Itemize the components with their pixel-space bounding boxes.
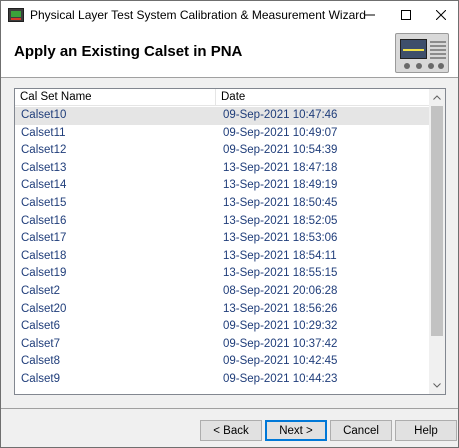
table-row[interactable]: Calset16 13-Sep-2021 18:52:05 xyxy=(15,213,429,231)
table-row[interactable]: Calset17 13-Sep-2021 18:53:06 xyxy=(15,230,429,248)
calset-name-cell: Calset19 xyxy=(21,267,67,280)
calset-name-cell: Calset17 xyxy=(21,232,67,245)
minimize-button[interactable] xyxy=(352,1,388,29)
scroll-up-icon xyxy=(433,95,441,100)
table-row[interactable]: Calset7 09-Sep-2021 10:37:42 xyxy=(15,336,429,354)
calset-date-cell: 13-Sep-2021 18:52:05 xyxy=(223,214,338,227)
calset-date-cell: 09-Sep-2021 10:37:42 xyxy=(223,337,338,350)
list-header: Cal Set Name Date xyxy=(15,89,429,106)
table-row[interactable]: Calset12 09-Sep-2021 10:54:39 xyxy=(15,142,429,160)
table-row[interactable]: Calset10 09-Sep-2021 10:47:46 xyxy=(15,107,429,125)
close-icon xyxy=(436,10,446,20)
page-title: Apply an Existing Calset in PNA xyxy=(14,43,243,60)
calset-name-cell: Calset15 xyxy=(21,197,67,209)
table-row[interactable]: Calset14 13-Sep-2021 18:49:19 xyxy=(15,177,429,195)
calset-name-cell: Calset16 xyxy=(21,214,67,227)
table-row[interactable]: Calset2 08-Sep-2021 20:06:28 xyxy=(15,283,429,301)
column-header-calset-name[interactable]: Cal Set Name xyxy=(15,89,216,106)
calset-date-cell: 09-Sep-2021 10:29:32 xyxy=(223,320,338,333)
calset-date-cell: 13-Sep-2021 18:55:15 xyxy=(223,267,338,280)
minimize-icon xyxy=(365,14,375,16)
calset-name-cell: Calset13 xyxy=(21,161,67,174)
pna-instrument-image xyxy=(395,33,449,73)
calset-date-cell: 13-Sep-2021 18:47:18 xyxy=(223,161,338,174)
button-bar: < Back Next > Cancel Help xyxy=(1,409,458,447)
calset-date-cell: 09-Sep-2021 10:49:07 xyxy=(223,126,338,139)
table-row[interactable]: Calset18 13-Sep-2021 18:54:11 xyxy=(15,248,429,266)
calset-name-cell: Calset20 xyxy=(21,302,67,315)
calset-date-cell: 13-Sep-2021 18:54:11 xyxy=(223,249,337,262)
calset-list[interactable]: Cal Set Name Date Calset10 09-Sep-2021 10… xyxy=(14,88,446,395)
calset-name-cell: Calset9 xyxy=(21,373,60,385)
maximize-icon xyxy=(401,10,411,20)
list-rows: Calset10 09-Sep-2021 10:47:46 Calset11 09-S… xyxy=(15,107,429,394)
calset-name-cell: Calset14 xyxy=(21,179,67,192)
next-button[interactable]: Next > xyxy=(265,420,327,441)
calset-date-cell: 13-Sep-2021 18:53:06 xyxy=(223,232,338,245)
maximize-button[interactable] xyxy=(388,1,424,29)
calset-name-cell: Calset18 xyxy=(21,249,67,262)
calset-date-cell: 13-Sep-2021 18:56:26 xyxy=(223,302,338,315)
window-title: Physical Layer Test System Calibration &… xyxy=(30,8,366,22)
table-row[interactable]: Calset6 09-Sep-2021 10:29:32 xyxy=(15,318,429,336)
calset-name-cell: Calset12 xyxy=(21,144,67,157)
calset-name-cell: Calset10 xyxy=(21,109,67,121)
table-row[interactable]: Calset20 13-Sep-2021 18:56:26 xyxy=(15,301,429,319)
title-bar: Physical Layer Test System Calibration &… xyxy=(1,1,458,29)
table-row[interactable]: Calset8 09-Sep-2021 10:42:45 xyxy=(15,353,429,371)
calset-name-cell: Calset11 xyxy=(21,126,66,139)
column-header-date[interactable]: Date xyxy=(216,89,429,106)
calset-name-cell: Calset7 xyxy=(21,337,60,350)
table-row[interactable]: Calset13 13-Sep-2021 18:47:18 xyxy=(15,160,429,178)
table-row[interactable]: Calset15 13-Sep-2021 18:50:45 xyxy=(15,195,429,213)
calset-date-cell: 13-Sep-2021 18:50:45 xyxy=(223,197,338,209)
calset-date-cell: 09-Sep-2021 10:42:45 xyxy=(223,355,338,368)
wizard-window: Physical Layer Test System Calibration &… xyxy=(0,0,459,448)
calset-date-cell: 09-Sep-2021 10:47:46 xyxy=(223,109,338,121)
scroll-down-button[interactable] xyxy=(429,377,445,394)
back-button[interactable]: < Back xyxy=(200,420,262,441)
calset-date-cell: 09-Sep-2021 10:44:23 xyxy=(223,373,338,385)
vertical-scrollbar[interactable] xyxy=(429,89,445,394)
help-button[interactable]: Help xyxy=(395,420,457,441)
calset-date-cell: 08-Sep-2021 20:06:28 xyxy=(223,285,338,297)
scroll-down-icon xyxy=(433,383,441,388)
calset-date-cell: 13-Sep-2021 18:49:19 xyxy=(223,179,338,192)
close-button[interactable] xyxy=(423,1,459,29)
app-icon xyxy=(8,8,24,22)
table-row[interactable]: Calset11 09-Sep-2021 10:49:07 xyxy=(15,125,429,143)
calset-name-cell: Calset8 xyxy=(21,355,60,368)
wizard-content: Cal Set Name Date Calset10 09-Sep-2021 10… xyxy=(1,78,458,408)
table-row[interactable]: Calset19 13-Sep-2021 18:55:15 xyxy=(15,265,429,283)
scroll-thumb[interactable] xyxy=(431,106,443,336)
wizard-header: Apply an Existing Calset in PNA xyxy=(1,29,458,77)
table-row[interactable]: Calset9 09-Sep-2021 10:44:23 xyxy=(15,371,429,389)
calset-name-cell: Calset6 xyxy=(21,320,60,333)
calset-date-cell: 09-Sep-2021 10:54:39 xyxy=(223,144,338,157)
cancel-button[interactable]: Cancel xyxy=(330,420,392,441)
scroll-up-button[interactable] xyxy=(429,89,445,106)
calset-name-cell: Calset2 xyxy=(21,285,60,297)
